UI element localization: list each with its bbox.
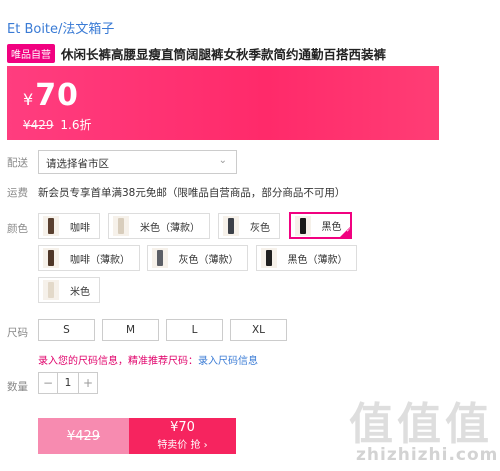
color-option-label: 咖啡 [70,222,90,234]
watermark-url: zhizhizhi.com [356,445,499,465]
color-option-label: 咖啡（薄款） [70,254,130,266]
quantity-stepper: − 1 + [38,372,98,394]
pants-thumbnail [43,248,59,268]
quantity-input[interactable]: 1 [57,373,79,393]
enter-size-link[interactable]: 录入尺码信息 [198,356,258,367]
color-option-label: 灰色（薄款） [178,254,239,266]
pants-thumbnail [43,280,59,300]
pants-thumbnail [295,215,311,236]
buy-bar: ¥429 ¥70 特卖价 抢 › [38,418,236,454]
decrement-button[interactable]: − [39,373,57,393]
color-option[interactable]: 米色 [38,277,100,303]
chevron-down-icon: ⌄ [218,155,227,166]
color-option-selected[interactable]: 黑色 [289,212,352,239]
size-option-xl[interactable]: XL [230,319,287,341]
delivery-label: 配送 [7,157,28,169]
quantity-label: 数量 [7,381,28,393]
color-option-label: 灰色 [250,222,270,234]
original-price-button[interactable]: ¥429 [38,418,129,454]
discount-label: 1.6折 [60,118,92,132]
buy-now-button[interactable]: ¥70 特卖价 抢 › [129,418,236,454]
original-price: ¥429 [23,118,54,132]
size-option-m[interactable]: M [102,319,159,341]
buy-now-label: 特卖价 抢 › [157,440,208,451]
size-info-text: 录入您的尺码信息，精准推荐尺码： [38,356,198,367]
product-title: 休闲长裤高腰显瘦直筒阔腿裤女秋季款简约通勤百搭西装裤 [61,47,387,62]
color-option-label: 黑色（薄款） [287,254,348,266]
pants-thumbnail [223,216,239,236]
color-option[interactable]: 灰色 [218,213,280,239]
watermark-logo: 值值值 [349,399,493,450]
title-row: 唯品自营 休闲长裤高腰显瘦直筒阔腿裤女秋季款简约通勤百搭西装裤 [7,44,386,63]
pants-thumbnail [152,248,168,268]
size-option-l[interactable]: L [166,319,223,341]
original-price-row: ¥429 1.6折 [23,116,91,133]
pants-thumbnail [43,216,59,236]
self-operated-badge: 唯品自营 [7,44,55,63]
sale-price-value: 70 [35,78,79,113]
size-info: 录入您的尺码信息，精准推荐尺码：录入尺码信息 [38,352,258,367]
color-option-label: 米色（薄款） [140,222,200,234]
color-option[interactable]: 灰色（薄款） [147,245,248,271]
increment-button[interactable]: + [79,373,97,393]
price-banner: ¥ 70 ¥429 1.6折 [7,66,439,140]
shipping-label: 运费 [7,187,28,199]
buy-now-price: ¥70 [170,420,195,435]
shipping-info: 新会员专享首单满38元免邮（限唯品自营商品，部分商品不可用） [38,187,346,199]
color-option-label: 米色 [70,286,90,298]
region-select[interactable]: 请选择省市区 ⌄ [38,150,237,174]
selected-check-icon [339,226,351,238]
size-option-s[interactable]: S [38,319,95,341]
sale-price: ¥ 70 [23,78,79,113]
brand-link[interactable]: Et Boite/法文箱子 [7,18,114,37]
size-label: 尺码 [7,327,28,339]
color-option[interactable]: 黑色（薄款） [256,245,357,271]
color-option[interactable]: 米色（薄款） [108,213,210,239]
pants-thumbnail [113,216,129,236]
color-option[interactable]: 咖啡（薄款） [38,245,140,271]
color-option[interactable]: 咖啡 [38,213,100,239]
currency-symbol: ¥ [23,90,34,109]
color-label: 颜色 [7,223,28,235]
region-select-value: 请选择省市区 [46,158,109,170]
pants-thumbnail [261,248,277,268]
